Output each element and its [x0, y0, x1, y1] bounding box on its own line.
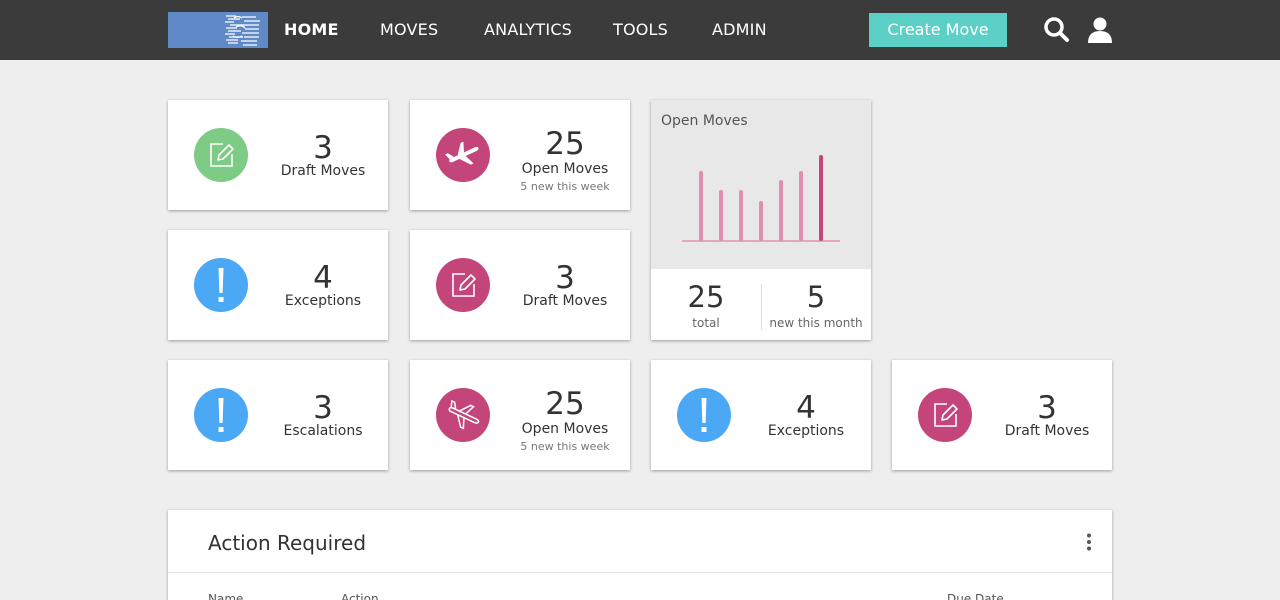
panel-divider: [168, 572, 1112, 573]
column-header-due-date[interactable]: Due Date: [947, 592, 1004, 600]
edit-icon: [918, 388, 972, 442]
nav-home[interactable]: HOME: [284, 20, 339, 39]
stat-card-open-moves[interactable]: 25 Open Moves 5 new this week: [410, 100, 630, 210]
card-label: Exceptions: [284, 293, 362, 309]
chart-bar-0: [699, 171, 703, 241]
stat-card-draft-moves[interactable]: 3 Draft Moves: [410, 230, 630, 340]
chart-bar-5: [799, 171, 803, 241]
stat-new-value: 5: [806, 280, 826, 314]
card-number: 4: [313, 260, 333, 296]
card-label: Draft Moves: [522, 293, 608, 309]
app-logo[interactable]: [168, 12, 268, 48]
more-vertical-icon[interactable]: [1082, 532, 1096, 552]
column-header-name[interactable]: Name: [208, 592, 243, 600]
chart-bar-1: [719, 190, 723, 241]
bar-chart: [682, 155, 840, 242]
card-number: 3: [313, 130, 333, 166]
nav-admin[interactable]: ADMIN: [712, 20, 767, 39]
card-number: 4: [796, 390, 816, 426]
stat-new-label: new this month: [769, 316, 863, 330]
nav-analytics[interactable]: ANALYTICS: [484, 20, 572, 39]
search-icon[interactable]: [1043, 16, 1071, 48]
stat-total-value: 25: [687, 280, 725, 314]
card-subtext: 5 new this week: [520, 180, 610, 193]
stat-card-escalations[interactable]: 3 Escalations: [168, 360, 388, 470]
column-header-action[interactable]: Action: [341, 592, 379, 600]
airplane-icon: [436, 128, 490, 182]
chart-bar-6: [819, 155, 823, 241]
stat-card-open-moves[interactable]: 25 Open Moves 5 new this week: [410, 360, 630, 470]
exclamation-icon: [677, 388, 731, 442]
nav-moves[interactable]: MOVES: [380, 20, 438, 39]
stat-card-exceptions[interactable]: 4 Exceptions: [651, 360, 871, 470]
card-label: Escalations: [283, 423, 363, 439]
chart-bar-4: [779, 180, 783, 241]
nav-tools[interactable]: TOOLS: [613, 20, 668, 39]
stat-card-draft-moves[interactable]: 3 Draft Moves: [892, 360, 1112, 470]
card-number: 25: [545, 126, 585, 162]
user-icon[interactable]: [1087, 16, 1113, 48]
card-label: Exceptions: [767, 423, 845, 439]
edit-icon: [194, 128, 248, 182]
airplane-icon: [436, 388, 490, 442]
exclamation-icon: [194, 388, 248, 442]
card-subtext: 5 new this week: [520, 440, 610, 453]
open-moves-chart-card[interactable]: Open Moves 25 total 5 new this month: [651, 100, 871, 340]
create-move-button[interactable]: Create Move: [869, 13, 1007, 47]
chart-bar-2: [739, 190, 743, 241]
card-label: Draft Moves: [1004, 423, 1090, 439]
action-required-panel: Action Required Name Action Due Date: [168, 510, 1112, 600]
stat-total-label: total: [692, 316, 720, 330]
card-label: Draft Moves: [280, 163, 366, 179]
card-number: 3: [1037, 390, 1057, 426]
exclamation-icon: [194, 258, 248, 312]
edit-icon: [436, 258, 490, 312]
top-navbar: HOME MOVES ANALYTICS TOOLS ADMIN Create …: [0, 0, 1280, 60]
stat-card-exceptions[interactable]: 4 Exceptions: [168, 230, 388, 340]
chart-bar-3: [759, 201, 763, 241]
stat-card-draft-moves[interactable]: 3 Draft Moves: [168, 100, 388, 210]
panel-title: Action Required: [208, 531, 367, 555]
card-number: 25: [545, 386, 585, 422]
card-number: 3: [555, 260, 575, 296]
card-number: 3: [313, 390, 333, 426]
card-label: Open Moves: [521, 421, 609, 437]
chart-area: Open Moves: [651, 100, 871, 269]
card-label: Open Moves: [521, 161, 609, 177]
